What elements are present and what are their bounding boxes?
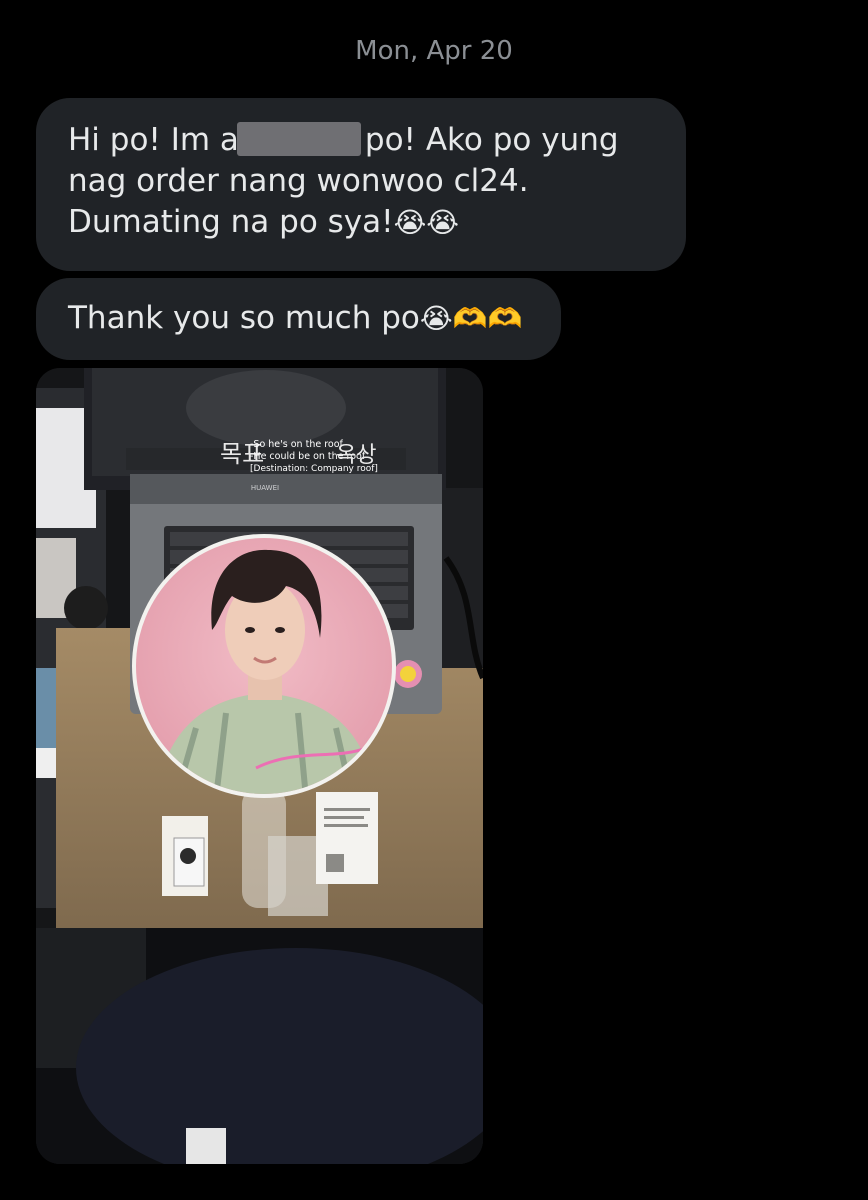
message-bubble[interactable]: Thank you so much po😭🫶🫶 (36, 278, 561, 360)
photo-image: 목표 -So he's on the roof -He could be on … (36, 368, 483, 1164)
message-line: nag order nang wonwoo cl24. (68, 163, 529, 199)
date-header: Mon, Apr 20 (355, 36, 513, 66)
subtitle-korean: 옥상 (336, 443, 376, 468)
message-text: Dumating na po sya! (68, 204, 394, 240)
message-text: po! Ako po yung (364, 122, 619, 158)
redacted-name (236, 122, 361, 156)
subtitle-line: -So he's on the roof (250, 439, 344, 450)
heart-hands-emoji: 😭🫶🫶 (419, 302, 523, 335)
message-line: Dumating na po sya!😭😭 (68, 202, 654, 243)
message-bubble[interactable]: Hi po! Im a po! Ako po yung nag order nan… (36, 98, 686, 271)
laptop-brand: HUAWEI (251, 484, 279, 492)
crying-emoji: 😭😭 (393, 206, 460, 239)
message-text: Hi po! Im a (68, 122, 239, 158)
message-line: Hi po! Im a po! Ako po yung (68, 120, 654, 161)
attached-photo[interactable]: 목표 -So he's on the roof -He could be on … (36, 368, 483, 1164)
message-text: Thank you so much po (68, 300, 420, 336)
